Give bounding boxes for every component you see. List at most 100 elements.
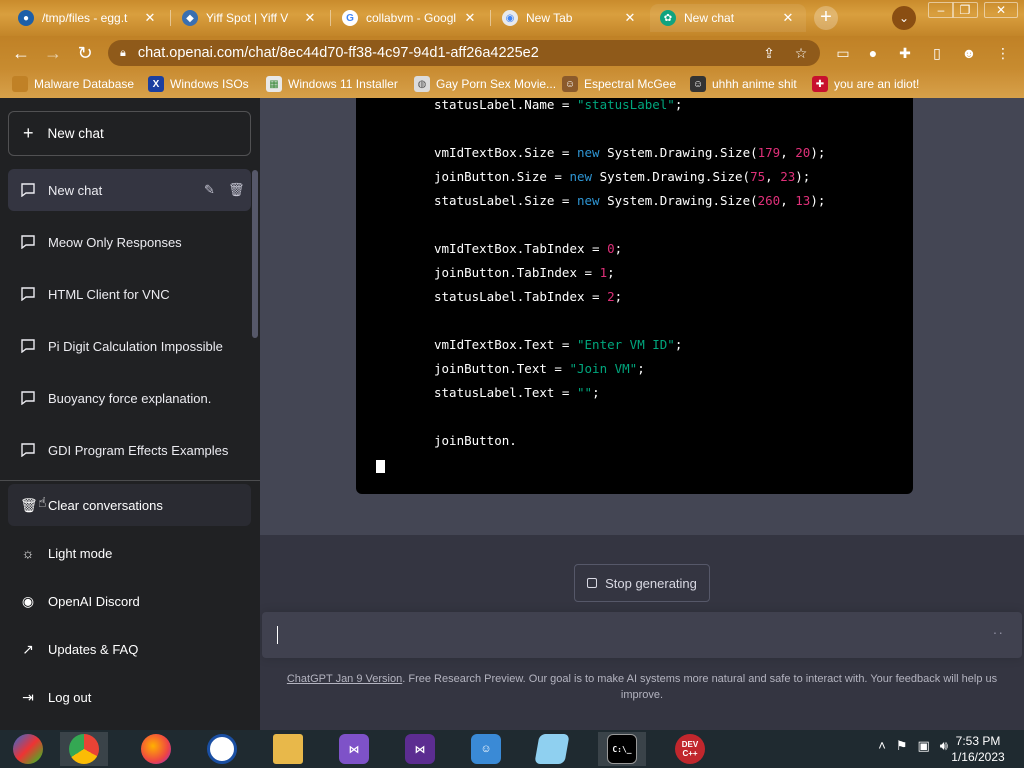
flag-icon[interactable]: ⚑	[896, 738, 908, 754]
new-chat-label: New chat	[47, 126, 104, 141]
footer-disclaimer: ChatGPT Jan 9 Version. Free Research Pre…	[260, 671, 1024, 703]
back-icon[interactable]: ←	[10, 42, 32, 64]
code-line: vmIdTextBox.Text = "Enter VM ID";	[434, 335, 682, 355]
code-token: ,	[780, 193, 796, 208]
conversation-item[interactable]: Meow Only Responses	[8, 221, 251, 263]
bookmark-label: Espectral McGee	[584, 77, 677, 91]
code-token: ;	[614, 241, 623, 256]
taskbar-app[interactable]: ☺	[462, 732, 510, 766]
message-input[interactable]: ··	[262, 612, 1022, 658]
close-icon[interactable]: ✕	[142, 10, 158, 26]
taskbar-app[interactable]: DEV C++	[666, 732, 714, 766]
plus-icon: +	[23, 123, 34, 143]
conversation-item[interactable]: New chat ✎ 🗑︎	[8, 169, 251, 211]
light-mode-button[interactable]: ☼ Light mode	[8, 532, 251, 574]
star-icon[interactable]: ☆	[792, 44, 810, 62]
conversation-item[interactable]: Buoyancy force explanation.	[8, 377, 251, 419]
trash-icon[interactable]: 🗑︎	[228, 182, 245, 198]
conversation-item[interactable]: GDI Program Effects Examples	[8, 429, 251, 471]
code-token: System.Drawing.Size(	[599, 193, 758, 208]
bookmark-site[interactable]: ◍ Gay Porn Sex Movie...	[414, 76, 556, 92]
extension-flag-icon[interactable]: ▭	[834, 44, 852, 62]
version-link[interactable]: ChatGPT Jan 9 Version	[287, 673, 402, 685]
close-icon[interactable]: ✕	[302, 10, 318, 26]
code-token: "Join VM"	[569, 361, 638, 376]
code-token: statusLabel.Name =	[434, 98, 577, 112]
close-window-icon[interactable]: ✕	[984, 2, 1018, 18]
new-tab-button[interactable]: +	[814, 6, 838, 30]
loading-dots-icon: ··	[992, 624, 1004, 640]
puzzle-icon[interactable]: ✚	[896, 44, 914, 62]
close-icon[interactable]: ✕	[462, 10, 478, 26]
bookmark-windows-11-installer[interactable]: ▦ Windows 11 Installer	[266, 76, 398, 92]
taskbar-app[interactable]	[264, 732, 312, 766]
taskbar-app[interactable]: ⋈	[396, 732, 444, 766]
obama-logo-icon	[207, 734, 237, 764]
stop-generating-button[interactable]: Stop generating	[574, 564, 710, 602]
side-panel-icon[interactable]: ▯	[928, 44, 946, 62]
code-token: statusLabel.TabIndex =	[434, 289, 608, 304]
sidebar-scrollbar[interactable]	[252, 170, 258, 338]
forward-icon[interactable]: →	[42, 42, 64, 64]
conversation-item[interactable]: HTML Client for VNC	[8, 273, 251, 315]
tab-google[interactable]: G collabvm - Google ✕	[332, 4, 488, 32]
tab-new-tab[interactable]: ◉ New Tab ✕	[492, 4, 648, 32]
tab-title: collabvm - Google	[366, 11, 456, 25]
taskbar-app[interactable]	[132, 732, 180, 766]
code-token: ,	[765, 169, 781, 184]
taskbar-app[interactable]	[198, 732, 246, 766]
chat-bubble-icon	[21, 339, 35, 353]
taskbar-app[interactable]	[528, 732, 576, 766]
code-token: vmIdTextBox.Size =	[434, 145, 577, 160]
bookmark-idiot[interactable]: ✚ you are an idiot!	[812, 76, 919, 92]
taskbar-app[interactable]	[4, 732, 52, 766]
log-out-button[interactable]: ⇥ Log out	[8, 676, 251, 718]
minimize-icon[interactable]: –	[928, 2, 954, 18]
code-line: vmIdTextBox.Size = new System.Drawing.Si…	[434, 143, 825, 163]
conversation-item[interactable]: Pi Digit Calculation Impossible	[8, 325, 251, 367]
tab-title: New chat	[684, 11, 735, 25]
code-token: 13	[795, 193, 811, 208]
bookmark-anime[interactable]: ☺ uhhh anime shit	[690, 76, 797, 92]
bookmark-label: Windows ISOs	[170, 77, 249, 91]
dev-cpp-icon: DEV C++	[675, 734, 705, 764]
edit-icon[interactable]: ✎	[204, 182, 215, 198]
code-line: joinButton.Text = "Join VM";	[434, 359, 645, 379]
code-token: new	[569, 169, 593, 184]
bookmark-label: uhhh anime shit	[712, 77, 797, 91]
code-token: System.Drawing.Size(	[592, 169, 751, 184]
new-chat-button[interactable]: + New chat	[8, 111, 251, 156]
volume-icon[interactable]: 🔊︎	[940, 738, 948, 754]
network-icon[interactable]: ▣	[918, 738, 930, 754]
chrome-icon	[69, 734, 99, 764]
taskbar-app[interactable]	[60, 732, 108, 766]
menu-icon[interactable]: ⋮	[994, 44, 1012, 62]
code-token: vmIdTextBox.Text =	[434, 337, 577, 352]
clock[interactable]: 7:53 PM 1/16/2023	[948, 733, 1008, 765]
close-icon[interactable]: ✕	[780, 10, 796, 26]
address-bar[interactable]: 🔒︎ chat.openai.com/chat/8ec44d70-ff38-4c…	[108, 40, 820, 66]
profile-icon[interactable]: ☻	[960, 44, 978, 62]
tab-new-chat[interactable]: ✿ New chat ✕	[650, 4, 806, 32]
code-token: 2	[607, 289, 615, 304]
tab-yiff-spot[interactable]: ◆ Yiff Spot | Yiff V ✕	[172, 4, 328, 32]
network-users-icon: ☺	[471, 734, 501, 764]
tab-tmp-files[interactable]: ● /tmp/files - egg.t ✕	[8, 4, 168, 32]
updates-faq-link[interactable]: ↗ Updates & FAQ	[8, 628, 251, 670]
code-line: statusLabel.Name = "statusLabel";	[434, 98, 682, 115]
taskbar-app[interactable]: ⋈	[330, 732, 378, 766]
taskbar-app[interactable]: C:\_	[598, 732, 646, 766]
bookmark-espectral-mcgee[interactable]: ☺ Espectral McGee	[562, 76, 676, 92]
share-icon[interactable]: ⇪	[760, 44, 778, 62]
close-icon[interactable]: ✕	[622, 10, 638, 26]
chevron-up-icon[interactable]: ˄	[878, 738, 886, 754]
openai-discord-link[interactable]: ◉ OpenAI Discord	[8, 580, 251, 622]
chevron-down-icon[interactable]: ⌄	[892, 6, 916, 30]
log-out-label: Log out	[48, 689, 92, 705]
restore-icon[interactable]: ❐	[952, 2, 978, 18]
image-icon: ▦	[266, 76, 282, 92]
reload-icon[interactable]: ↻	[74, 42, 96, 64]
bookmark-windows-isos[interactable]: X Windows ISOs	[148, 76, 249, 92]
extension-avatar-icon[interactable]: ●	[864, 44, 882, 62]
bookmark-malware-database[interactable]: Malware Database	[12, 76, 134, 92]
